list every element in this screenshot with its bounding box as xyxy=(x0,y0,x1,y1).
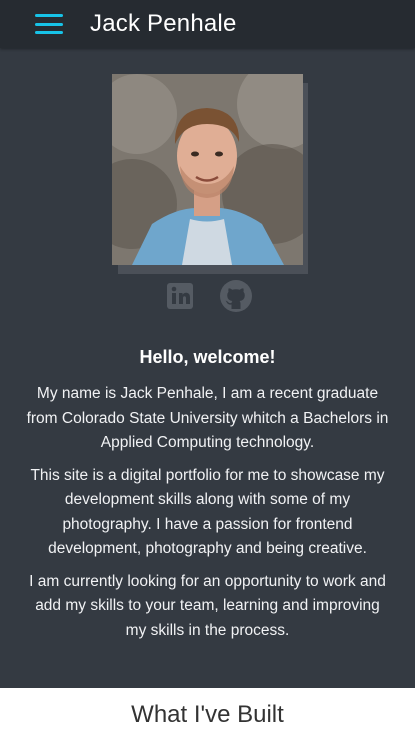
profile-photo-frame xyxy=(112,74,308,274)
site-title[interactable]: Jack Penhale xyxy=(90,10,237,38)
profile-photo xyxy=(112,74,303,265)
intro-paragraph: I am currently looking for an opportunit… xyxy=(29,572,386,639)
built-section-title: What I've Built xyxy=(131,701,284,728)
github-icon[interactable] xyxy=(219,279,253,313)
intro-paragraph: This site is a digital portfolio for me … xyxy=(30,466,385,558)
built-section: What I've Built xyxy=(0,688,415,737)
greeting-heading: Hello, welcome! xyxy=(139,347,276,367)
intro-section: Hello, welcome! My name is Jack Penhale,… xyxy=(0,344,415,651)
social-links xyxy=(0,279,415,313)
linkedin-icon[interactable] xyxy=(163,279,197,313)
intro-paragraph: My name is Jack Penhale, I am a recent g… xyxy=(26,385,389,451)
navbar: Jack Penhale xyxy=(0,0,415,48)
hamburger-menu-icon[interactable] xyxy=(35,14,63,34)
